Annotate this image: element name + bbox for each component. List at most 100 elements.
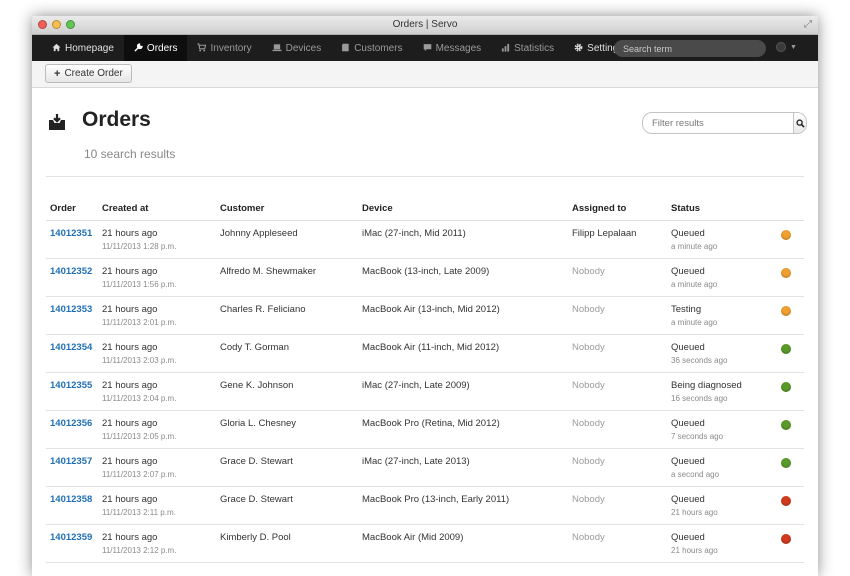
top-navbar: Homepage Orders Inventory Devices Custom… (32, 35, 818, 61)
assigned-to: Nobody (572, 380, 605, 391)
header-device[interactable]: Device (362, 203, 393, 214)
table-row[interactable]: 14012354 21 hours ago 11/11/2013 2:03 p.m.… (46, 335, 804, 373)
device-name: MacBook Air (Mid 2009) (362, 532, 464, 543)
filter-search-button[interactable] (793, 113, 806, 133)
table-row[interactable]: 14012358 21 hours ago 11/11/2013 2:11 p.m.… (46, 487, 804, 525)
status-indicator-icon (781, 420, 791, 430)
nav-item-inventory[interactable]: Inventory (187, 35, 261, 61)
order-number-link[interactable]: 14012357 (50, 456, 92, 467)
plus-icon: + (54, 67, 61, 80)
nav-item-messages[interactable]: Messages (413, 35, 492, 61)
filter-results-input[interactable] (643, 113, 793, 133)
nav-label: Messages (435, 42, 482, 54)
order-number-link[interactable]: 14012355 (50, 380, 92, 391)
status-label: Queued (671, 532, 705, 543)
header-order[interactable]: Order (50, 203, 76, 214)
status-indicator-icon (781, 306, 791, 316)
cart-icon (197, 42, 207, 54)
created-date: 11/11/2013 1:56 p.m. (102, 280, 177, 289)
table-row[interactable]: 14012351 21 hours ago 11/11/2013 1:28 p.m.… (46, 221, 804, 259)
nav-label: Devices (285, 42, 322, 54)
nav-item-statistics[interactable]: Statistics (491, 35, 564, 61)
wrench-icon (134, 42, 143, 54)
app-window: Orders | Servo ⤢ Homepage Orders Invento… (32, 16, 818, 576)
nav-label: Customers (354, 42, 403, 54)
user-status-icon (776, 42, 786, 52)
table-row[interactable]: 14012359 21 hours ago 11/11/2013 2:12 p.m.… (46, 525, 804, 563)
customer-name: Gloria L. Chesney (220, 418, 297, 429)
status-time: a minute ago (671, 242, 718, 251)
header-assigned[interactable]: Assigned to (572, 203, 626, 214)
caret-down-icon: ▼ (790, 43, 797, 51)
global-search-input[interactable] (614, 40, 766, 57)
inbox-icon (48, 113, 66, 136)
assigned-to: Filipp Lepalaan (572, 228, 637, 239)
customer-name: Grace D. Stewart (220, 456, 293, 467)
nav-item-devices[interactable]: Devices (262, 35, 332, 61)
create-order-button[interactable]: + Create Order (45, 64, 132, 83)
status-time: 21 hours ago (671, 546, 718, 555)
status-indicator-icon (781, 230, 791, 240)
nav-item-orders[interactable]: Orders (123, 35, 188, 61)
nav-item-homepage[interactable]: Homepage (42, 35, 124, 61)
status-label: Queued (671, 342, 705, 353)
status-indicator-icon (781, 534, 791, 544)
status-indicator-icon (781, 268, 791, 278)
header-customer[interactable]: Customer (220, 203, 264, 214)
title-bar: Orders | Servo ⤢ (32, 16, 818, 35)
created-date: 11/11/2013 2:11 p.m. (102, 508, 176, 517)
table-row[interactable]: 14012353 21 hours ago 11/11/2013 2:01 p.m.… (46, 297, 804, 335)
status-time: 36 seconds ago (671, 356, 728, 365)
created-date: 11/11/2013 2:12 p.m. (102, 546, 177, 555)
customer-name: Johnny Appleseed (220, 228, 298, 239)
page-title: Orders (82, 108, 151, 131)
nav-label: Homepage (65, 42, 114, 54)
table-row[interactable]: 14012352 21 hours ago 11/11/2013 1:56 p.m.… (46, 259, 804, 297)
order-number-link[interactable]: 14012352 (50, 266, 92, 277)
order-number-link[interactable]: 14012354 (50, 342, 92, 353)
table-row[interactable]: 14012357 21 hours ago 11/11/2013 2:07 p.m.… (46, 449, 804, 487)
user-menu[interactable]: ▼ (776, 42, 797, 52)
nav-item-customers[interactable]: Customers (331, 35, 412, 61)
order-number-link[interactable]: 14012356 (50, 418, 92, 429)
customer-name: Grace D. Stewart (220, 494, 293, 505)
section-divider (46, 176, 804, 177)
table-body: 14012351 21 hours ago 11/11/2013 1:28 p.m.… (46, 221, 804, 563)
gear-icon (574, 43, 583, 54)
device-name: MacBook Air (11-inch, Mid 2012) (362, 342, 500, 353)
device-name: iMac (27-inch, Mid 2011) (362, 228, 466, 239)
orders-table: Order Created at Customer Device Assigne… (46, 200, 804, 563)
status-time: a minute ago (671, 318, 718, 327)
status-label: Queued (671, 494, 705, 505)
action-toolbar: + Create Order (32, 61, 818, 88)
assigned-to: Nobody (572, 456, 605, 467)
status-indicator-icon (781, 458, 791, 468)
device-name: iMac (27-inch, Late 2013) (362, 456, 470, 467)
customer-name: Kimberly D. Pool (220, 532, 291, 543)
created-relative: 21 hours ago (102, 494, 158, 505)
status-indicator-icon (781, 344, 791, 354)
customer-name: Cody T. Gorman (220, 342, 289, 353)
nav-label: Orders (146, 42, 178, 54)
order-number-link[interactable]: 14012358 (50, 494, 92, 505)
table-header: Order Created at Customer Device Assigne… (46, 200, 804, 221)
order-number-link[interactable]: 14012359 (50, 532, 92, 543)
device-name: MacBook Pro (13-inch, Early 2011) (362, 494, 510, 505)
table-row[interactable]: 14012355 21 hours ago 11/11/2013 2:04 p.m.… (46, 373, 804, 411)
assigned-to: Nobody (572, 418, 605, 429)
status-label: Queued (671, 418, 705, 429)
created-relative: 21 hours ago (102, 456, 158, 467)
fullscreen-icon[interactable]: ⤢ (804, 19, 812, 30)
created-date: 11/11/2013 2:07 p.m. (102, 470, 177, 479)
nav-label: Statistics (514, 42, 555, 54)
order-number-link[interactable]: 14012351 (50, 228, 92, 239)
header-created[interactable]: Created at (102, 203, 148, 214)
assigned-to: Nobody (572, 342, 605, 353)
filter-group (642, 112, 807, 134)
status-indicator-icon (781, 382, 791, 392)
customer-name: Alfredo M. Shewmaker (220, 266, 317, 277)
header-status[interactable]: Status (671, 203, 700, 214)
table-row[interactable]: 14012356 21 hours ago 11/11/2013 2:05 p.m.… (46, 411, 804, 449)
status-indicator-icon (781, 496, 791, 506)
order-number-link[interactable]: 14012353 (50, 304, 92, 315)
